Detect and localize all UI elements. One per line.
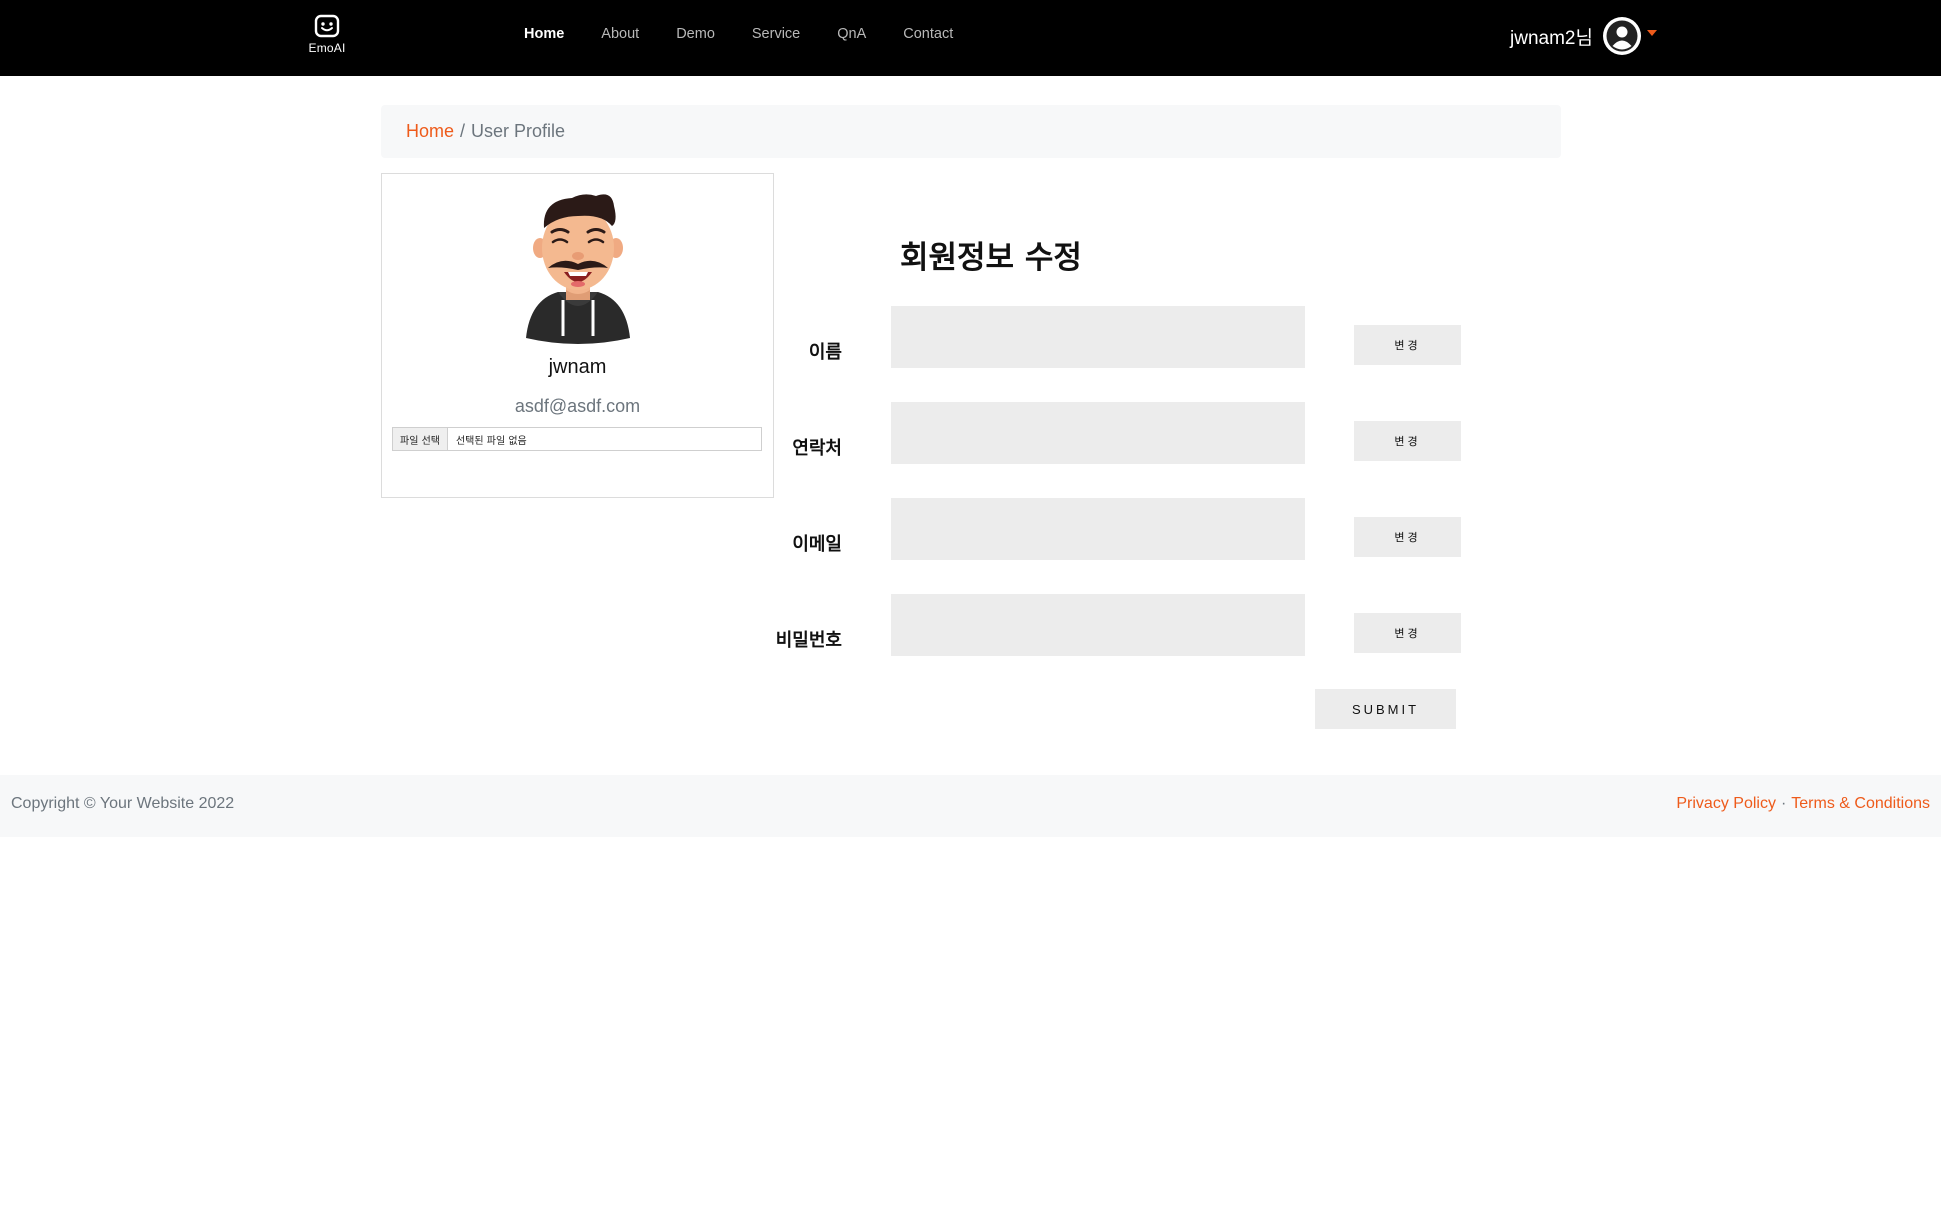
form-title: 회원정보 수정: [900, 240, 1082, 276]
user-menu[interactable]: jwnam2님: [1510, 16, 1657, 56]
form-row-email: 이메일 변경: [760, 498, 1461, 560]
email-label: 이메일: [792, 534, 842, 555]
profile-image-file-input[interactable]: 파일 선택 선택된 파일 없음: [392, 427, 762, 451]
phone-label: 연락처: [792, 438, 842, 459]
brand-logo[interactable]: EmoAI: [302, 13, 352, 57]
chevron-down-icon[interactable]: [1646, 30, 1657, 36]
nav-about[interactable]: About: [601, 26, 639, 42]
name-input[interactable]: [891, 306, 1305, 368]
smiley-robot-icon: [314, 14, 340, 38]
password-label: 비밀번호: [775, 630, 842, 651]
profile-name: jwnam: [548, 356, 607, 378]
nav-contact[interactable]: Contact: [903, 26, 953, 42]
email-input[interactable]: [891, 498, 1305, 560]
change-phone-button[interactable]: 변경: [1354, 421, 1461, 461]
change-password-button[interactable]: 변경: [1354, 613, 1461, 653]
choose-file-button[interactable]: 파일 선택: [393, 428, 448, 450]
profile-email: asdf@asdf.com: [514, 396, 641, 416]
privacy-policy-link[interactable]: Privacy Policy: [1676, 795, 1776, 813]
change-name-button[interactable]: 변경: [1354, 325, 1461, 365]
form-row-name: 이름 변경: [760, 306, 1461, 368]
nav-service[interactable]: Service: [752, 26, 800, 42]
cartoon-man-avatar: [526, 194, 630, 344]
nav-home[interactable]: Home: [524, 26, 564, 42]
breadcrumb-home-link[interactable]: Home: [406, 121, 454, 142]
user-name: jwnam2님: [1510, 27, 1593, 49]
nav-qna[interactable]: QnA: [837, 26, 866, 42]
change-email-button[interactable]: 변경: [1354, 517, 1461, 557]
breadcrumb-current: User Profile: [471, 121, 566, 141]
footer: Copyright © Your Website 2022 Privacy Po…: [0, 775, 1941, 837]
nav-demo[interactable]: Demo: [676, 26, 715, 42]
terms-conditions-link[interactable]: Terms & Conditions: [1791, 795, 1930, 813]
footer-copyright: Copyright © Your Website 2022: [11, 795, 235, 812]
footer-separator: ·: [1780, 795, 1787, 812]
profile-card: jwnam asdf@asdf.com 파일 선택 선택된 파일 없음: [381, 173, 774, 498]
form-row-password: 비밀번호 변경: [760, 594, 1461, 656]
breadcrumb: Home / User Profile: [381, 105, 1561, 158]
footer-links: Privacy Policy · Terms & Conditions: [1676, 795, 1930, 813]
file-status-text: 선택된 파일 없음: [455, 435, 527, 447]
password-input[interactable]: [891, 594, 1305, 656]
user-avatar-icon: [1602, 17, 1641, 55]
main-nav: Home About Demo Service QnA Contact: [524, 26, 990, 42]
breadcrumb-separator: /: [460, 121, 466, 141]
top-navbar: EmoAI Home About Demo Service QnA Contac…: [0, 0, 1941, 76]
submit-button[interactable]: SUBMIT: [1315, 689, 1456, 729]
phone-input[interactable]: [891, 402, 1305, 464]
name-label: 이름: [808, 342, 842, 363]
brand-name: EmoAI: [308, 41, 346, 55]
form-row-phone: 연락처 변경: [760, 402, 1461, 464]
